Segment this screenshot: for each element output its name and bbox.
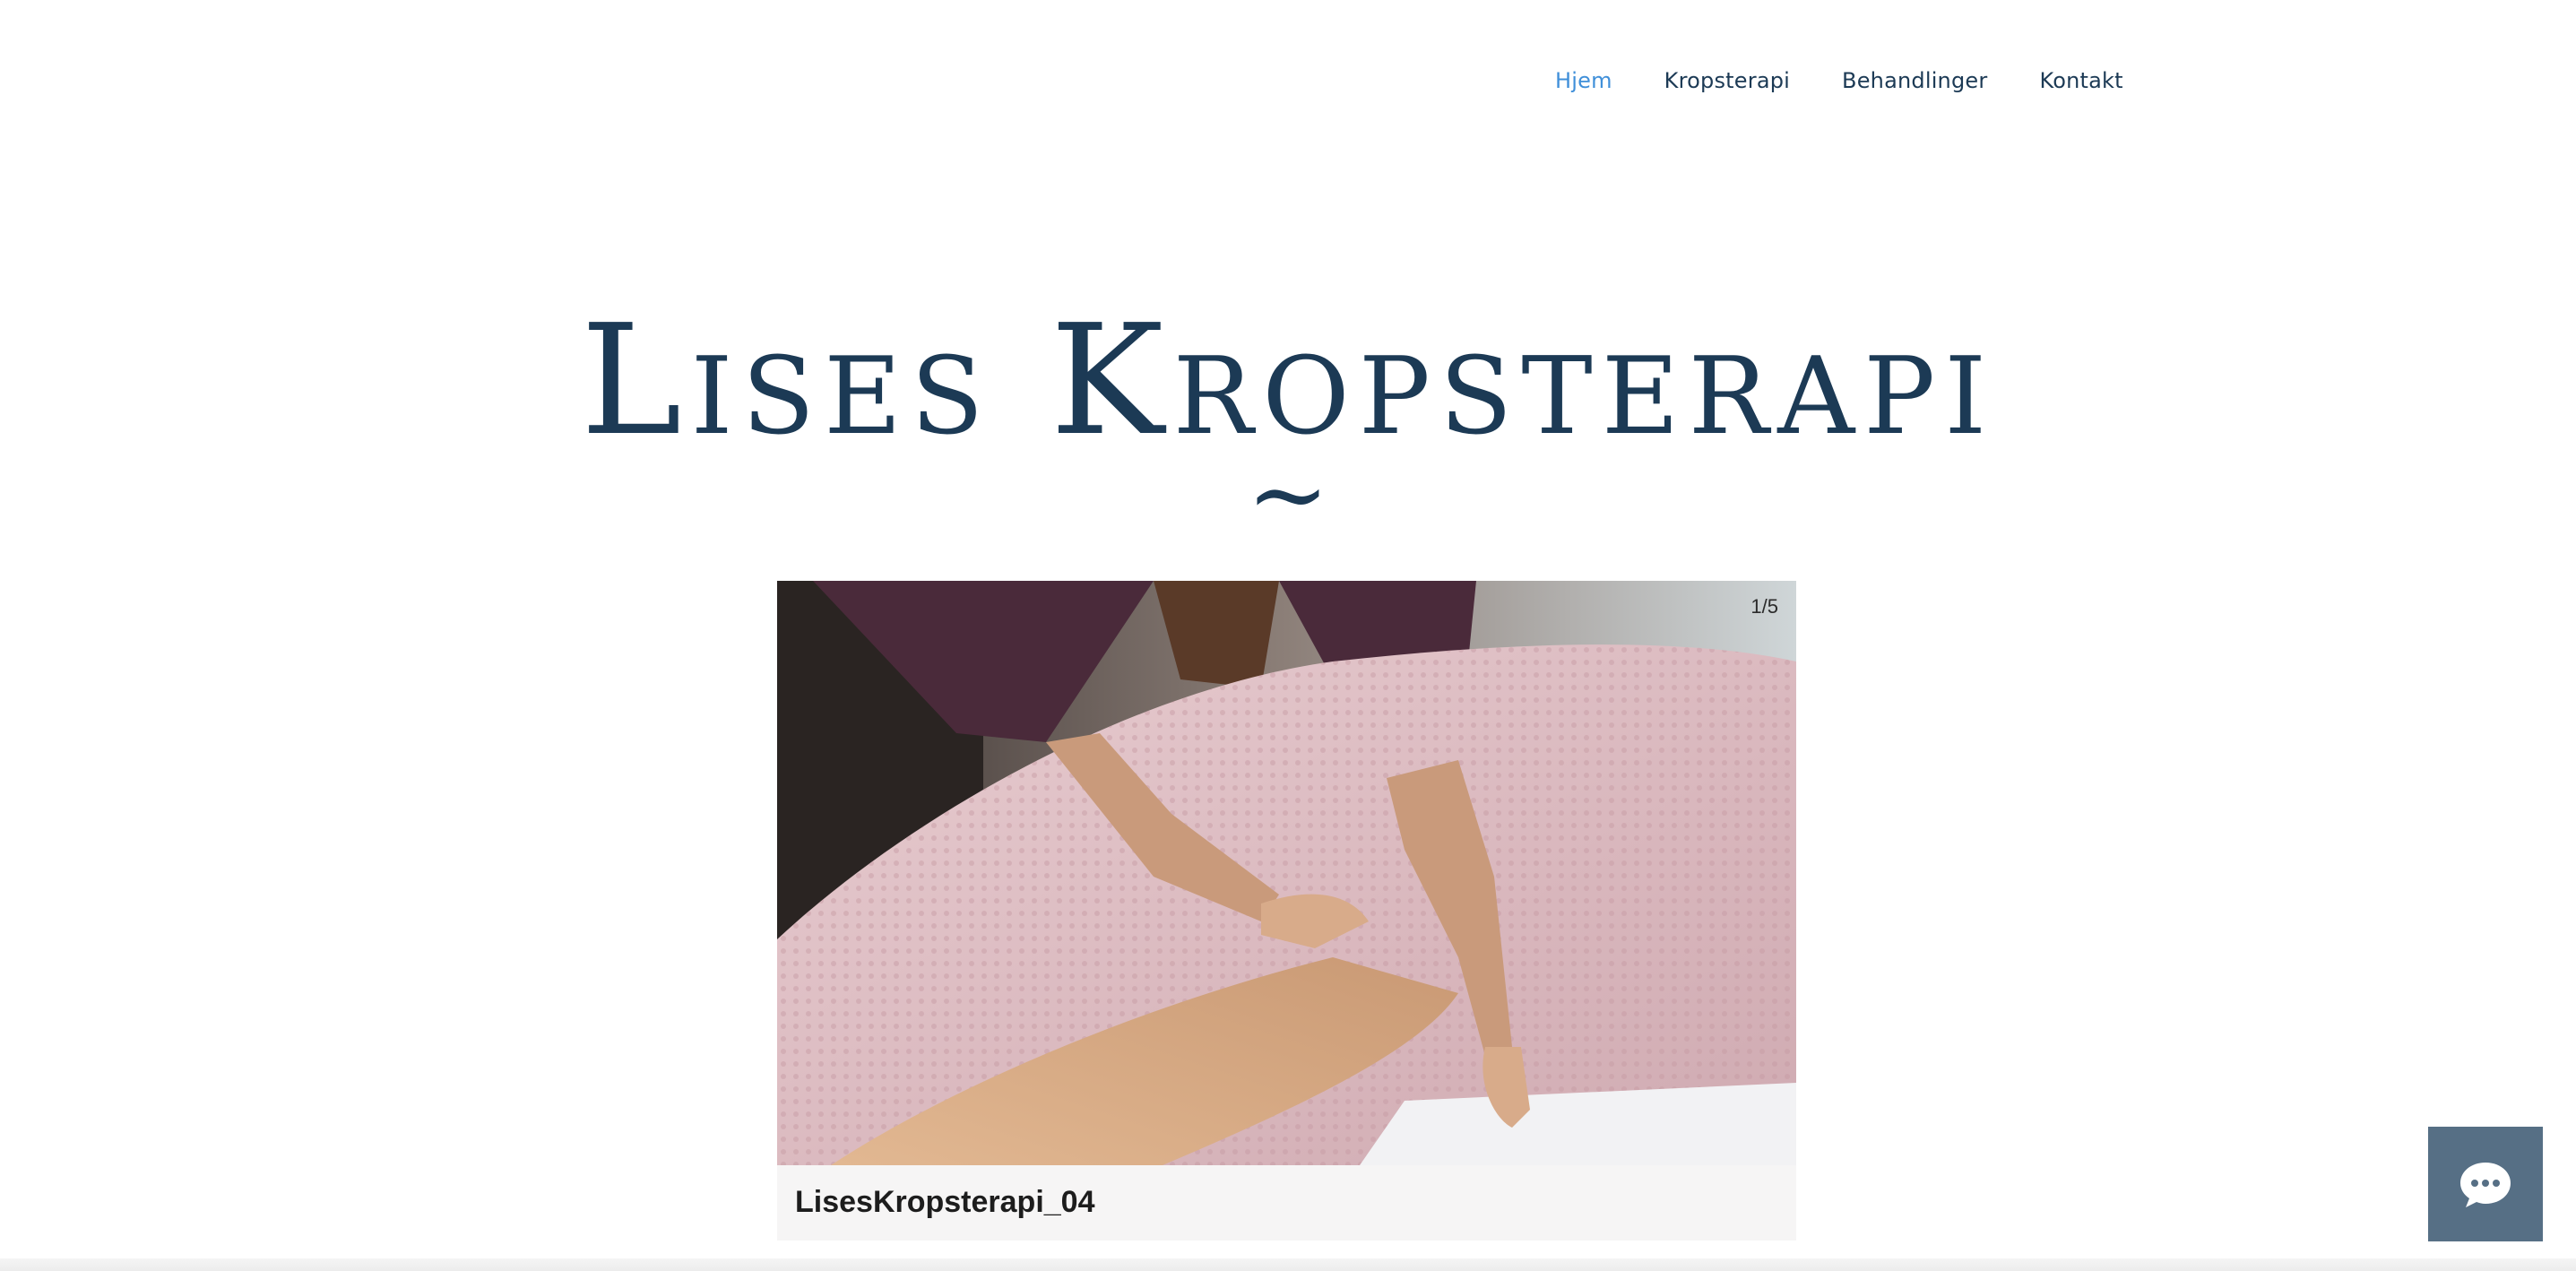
slide-caption: LisesKropsterapi_04 bbox=[795, 1185, 1095, 1219]
chat-button[interactable] bbox=[2428, 1127, 2543, 1241]
title-ornament: ~ bbox=[1246, 437, 1330, 551]
slide-counter: 1/5 bbox=[1750, 595, 1778, 618]
caption-bar: LisesKropsterapi_04 bbox=[777, 1165, 1796, 1241]
nav-item-hjem[interactable]: Hjem bbox=[1555, 65, 1612, 97]
main-nav: Hjem Kropsterapi Behandlinger Kontakt bbox=[1555, 65, 2123, 97]
chat-bubble-icon bbox=[2460, 1163, 2511, 1207]
slide-image[interactable] bbox=[777, 581, 1796, 1165]
slideshow[interactable]: 1/5 LisesKropsterapi_04 bbox=[777, 581, 1796, 1241]
nav-item-kontakt[interactable]: Kontakt bbox=[2039, 65, 2122, 97]
bottom-shadow bbox=[0, 1258, 2576, 1271]
nav-item-behandlinger[interactable]: Behandlinger bbox=[1842, 65, 1987, 97]
nav-item-kropsterapi[interactable]: Kropsterapi bbox=[1664, 65, 1790, 97]
page: Hjem Kropsterapi Behandlinger Kontakt Li… bbox=[0, 0, 2576, 1271]
